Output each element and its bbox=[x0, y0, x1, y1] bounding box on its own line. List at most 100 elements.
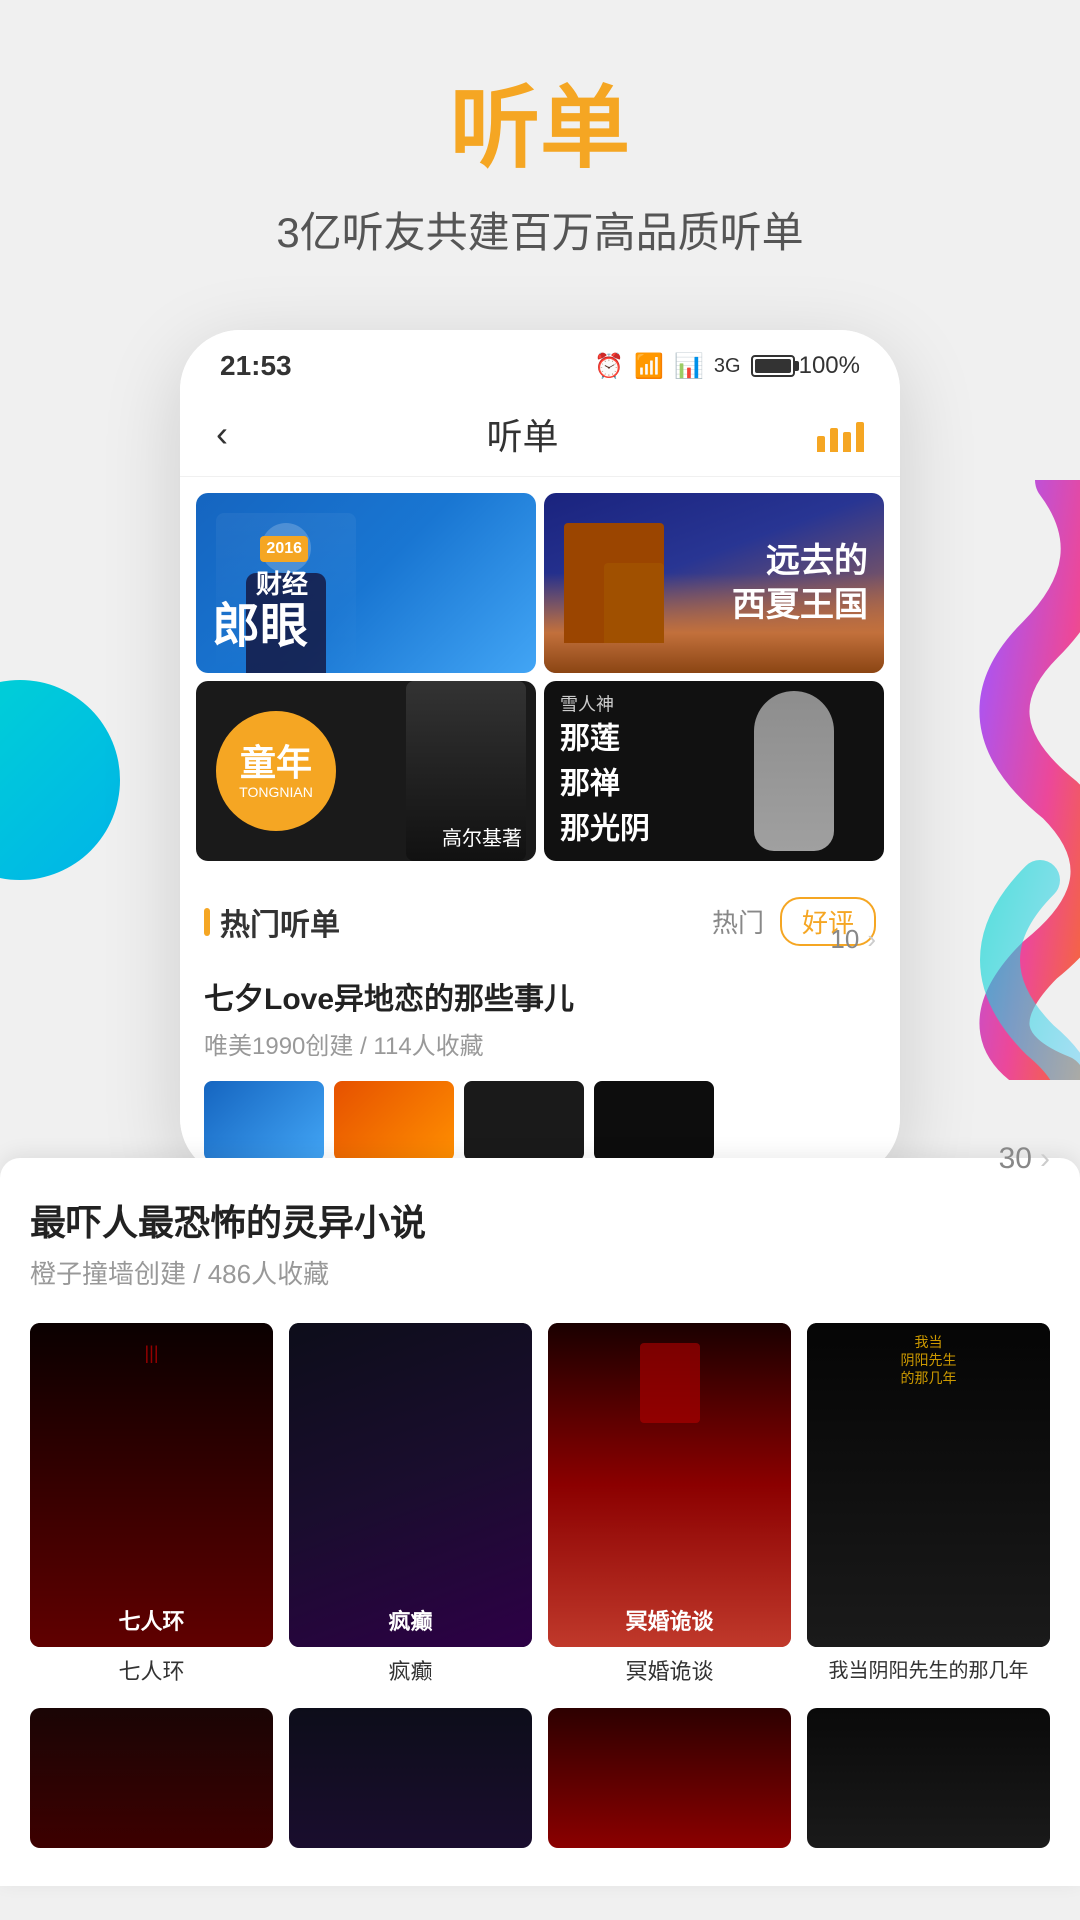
playlist-1-info: 七夕Love异地恋的那些事儿 唯美1990创建 / 114人收藏 bbox=[204, 974, 574, 1073]
book-cover-2: 疯癫 bbox=[289, 1323, 532, 1647]
thumb-1-2 bbox=[334, 1081, 454, 1161]
banner-1-badge: 2016 bbox=[260, 536, 308, 562]
bottom-card-favorites: 486人收藏 bbox=[208, 1259, 329, 1289]
book-bg-2 bbox=[289, 1323, 532, 1647]
banners-grid: 2016 财经 郎眼 远去的西夏王国 童年 TONGNIAN bbox=[180, 477, 900, 877]
page-header: 听单 3亿听友共建百万高品质听单 bbox=[0, 0, 1080, 300]
thumb-1-4 bbox=[594, 1081, 714, 1161]
book-3-overlay: 冥婚诡谈 bbox=[548, 1608, 791, 1637]
more-cover-2 bbox=[289, 1708, 532, 1848]
book-1-title: 七人环 bbox=[30, 1657, 273, 1688]
woman-silhouette bbox=[754, 691, 834, 851]
bottom-card-info: 最吓人最恐怖的灵异小说 橙子撞墙创建 / 486人收藏 bbox=[30, 1194, 426, 1315]
banner-tongnian[interactable]: 童年 TONGNIAN 高尔基著 bbox=[196, 681, 536, 861]
bottom-card-title: 最吓人最恐怖的灵异小说 bbox=[30, 1194, 426, 1246]
signal-icon: 📊 bbox=[674, 352, 704, 381]
playlist-1-favorites: 114人收藏 bbox=[373, 1033, 483, 1060]
more-books-row bbox=[30, 1708, 1050, 1856]
playlist-1-creator: 唯美1990创建 bbox=[204, 1033, 353, 1060]
banner-4-image bbox=[714, 681, 874, 861]
bar1 bbox=[817, 436, 825, 452]
book-4-title: 我当阴阳先生的那几年 bbox=[807, 1657, 1050, 1685]
banner-4-text: 雪人神 那莲那禅那光阴 bbox=[560, 691, 650, 852]
book-2-overlay: 疯癫 bbox=[289, 1608, 532, 1637]
alarm-icon: ⏰ bbox=[594, 352, 624, 381]
banner-4-subtitle: 雪人神 bbox=[560, 691, 650, 717]
more-cover-4 bbox=[807, 1708, 1050, 1848]
banner-3-circle: 童年 TONGNIAN bbox=[216, 711, 336, 831]
section-title-text: 热门听单 bbox=[220, 900, 340, 944]
playlist-1-count-num: 10 bbox=[830, 924, 859, 955]
book-drip: ||| bbox=[30, 1343, 273, 1364]
more-book-4[interactable] bbox=[807, 1708, 1050, 1856]
bar2 bbox=[830, 428, 838, 452]
book-item-2[interactable]: 疯癫 疯癫 bbox=[289, 1323, 532, 1688]
playlist-1-header: 七夕Love异地恋的那些事儿 唯美1990创建 / 114人收藏 10 › bbox=[204, 974, 876, 1073]
battery-indicator: 100% bbox=[751, 352, 860, 380]
book-cover-4: 我当阴阳先生的那几年 bbox=[807, 1323, 1050, 1647]
playlist-1-count: 10 › bbox=[830, 924, 876, 955]
book-cover-3: 冥婚诡谈 bbox=[548, 1323, 791, 1647]
bottom-card-separator: / bbox=[193, 1259, 207, 1289]
book-item-1[interactable]: ||| 七人环 七人环 bbox=[30, 1323, 273, 1688]
chevron-right-icon-1: › bbox=[867, 924, 876, 955]
section-title-bar bbox=[204, 908, 210, 936]
back-button[interactable]: ‹ bbox=[216, 413, 228, 455]
book-red-element bbox=[640, 1343, 700, 1423]
book-4-text: 我当阴阳先生的那几年 bbox=[819, 1333, 1038, 1388]
chart-icon[interactable] bbox=[817, 416, 864, 452]
book-cover-1: ||| 七人环 bbox=[30, 1323, 273, 1647]
bottom-card-header: 最吓人最恐怖的灵异小说 橙子撞墙创建 / 486人收藏 30 › bbox=[30, 1194, 1050, 1315]
bottom-card-count-num: 30 bbox=[999, 1142, 1032, 1176]
books-row: ||| 七人环 七人环 疯癫 疯癫 冥婚诡谈 冥婚诡谈 bbox=[30, 1323, 1050, 1688]
filter-hot-btn[interactable]: 热门 bbox=[712, 903, 764, 940]
book-item-3[interactable]: 冥婚诡谈 冥婚诡谈 bbox=[548, 1323, 791, 1688]
thumb-1-3 bbox=[464, 1081, 584, 1161]
playlist-1-title: 七夕Love异地恋的那些事儿 bbox=[204, 974, 574, 1018]
playlist-item-1[interactable]: 七夕Love异地恋的那些事儿 唯美1990创建 / 114人收藏 10 › bbox=[180, 958, 900, 1178]
app-navbar: ‹ 听单 bbox=[180, 392, 900, 477]
more-book-1[interactable] bbox=[30, 1708, 273, 1856]
banner-xixia[interactable]: 远去的西夏王国 bbox=[544, 493, 884, 673]
bar3 bbox=[843, 432, 851, 452]
banner-naxie[interactable]: 雪人神 那莲那禅那光阴 bbox=[544, 681, 884, 861]
bottom-card-creator: 橙子撞墙创建 bbox=[30, 1259, 186, 1289]
book-2-title: 疯癫 bbox=[289, 1657, 532, 1688]
battery-bar bbox=[751, 355, 795, 377]
bar4 bbox=[856, 422, 864, 452]
phone-mockup-container: 21:53 ⏰ 📶 📊 3G 100% ‹ 听单 bbox=[180, 330, 900, 1178]
chevron-right-icon-2: › bbox=[1040, 1142, 1050, 1176]
banner-ruin-2 bbox=[604, 563, 664, 643]
battery-percent: 100% bbox=[799, 352, 860, 380]
teal-circle-decoration bbox=[0, 680, 120, 880]
banner-caijing[interactable]: 2016 财经 郎眼 bbox=[196, 493, 536, 673]
banner-3-title: 童年 bbox=[240, 741, 312, 784]
status-time: 21:53 bbox=[220, 350, 292, 382]
network-type: 3G bbox=[714, 355, 741, 378]
book-1-overlay: 七人环 bbox=[30, 1608, 273, 1637]
status-bar: 21:53 ⏰ 📶 📊 3G 100% bbox=[180, 330, 900, 392]
battery-fill bbox=[755, 359, 791, 373]
section-header: 热门听单 热门 好评 bbox=[180, 877, 900, 958]
banner-1-title: 郎眼 bbox=[212, 603, 308, 651]
page-subtitle: 3亿听友共建百万高品质听单 bbox=[0, 199, 1080, 260]
status-icons: ⏰ 📶 📊 3G 100% bbox=[594, 352, 860, 381]
more-cover-3 bbox=[548, 1708, 791, 1848]
phone-mockup: 21:53 ⏰ 📶 📊 3G 100% ‹ 听单 bbox=[180, 330, 900, 1178]
more-book-3[interactable] bbox=[548, 1708, 791, 1856]
bottom-card: 最吓人最恐怖的灵异小说 橙子撞墙创建 / 486人收藏 30 › ||| 七人环… bbox=[0, 1158, 1080, 1886]
book-item-4[interactable]: 我当阴阳先生的那几年 我当阴阳先生的那几年 bbox=[807, 1323, 1050, 1688]
banner-3-author: 高尔基著 bbox=[442, 822, 522, 851]
bottom-card-count: 30 › bbox=[999, 1142, 1050, 1176]
section-title-container: 热门听单 bbox=[204, 900, 340, 944]
more-cover-1 bbox=[30, 1708, 273, 1848]
bottom-card-meta: 橙子撞墙创建 / 486人收藏 bbox=[30, 1254, 426, 1291]
book-3-title: 冥婚诡谈 bbox=[548, 1657, 791, 1688]
thumb-1-1 bbox=[204, 1081, 324, 1161]
banner-2-title: 远去的西夏王国 bbox=[732, 539, 868, 627]
more-book-2[interactable] bbox=[289, 1708, 532, 1856]
banner-3-subtitle: TONGNIAN bbox=[239, 784, 313, 801]
squiggle-decoration bbox=[900, 480, 1080, 1080]
playlist-1-thumbs bbox=[204, 1081, 876, 1161]
playlist-1-meta: 唯美1990创建 / 114人收藏 bbox=[204, 1026, 574, 1061]
